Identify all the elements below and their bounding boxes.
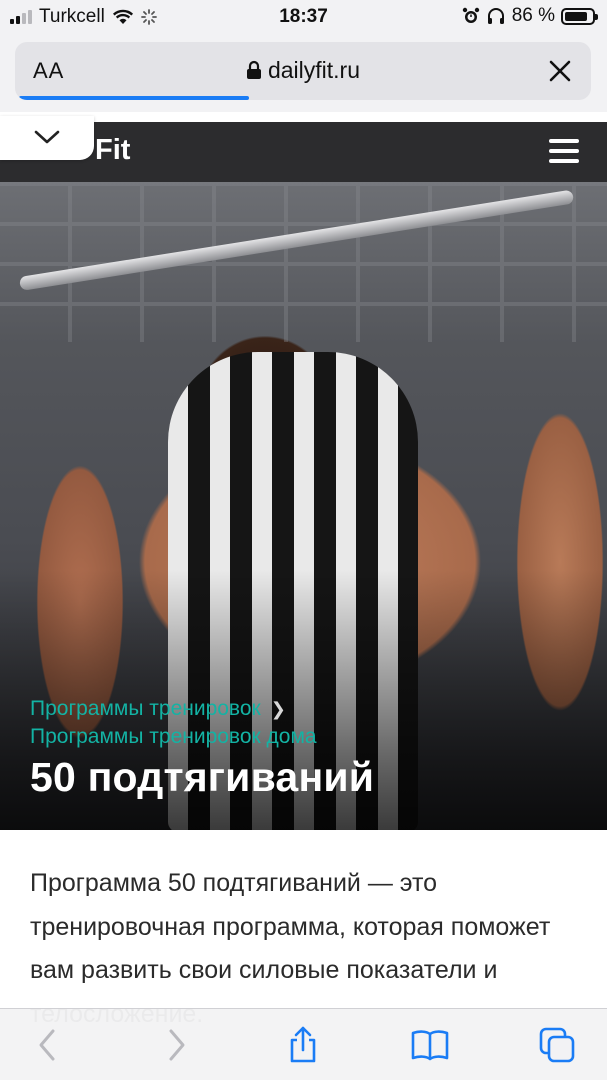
tabs-button[interactable] [537,1025,577,1065]
headphones-icon [487,8,504,24]
share-button[interactable] [283,1025,323,1065]
battery-level [565,11,588,21]
lock-icon [246,60,261,79]
url-text: dailyfit.ru [267,57,361,83]
back-button[interactable] [28,1025,68,1065]
hamburger-icon-line [549,139,579,143]
close-icon [549,60,571,82]
tabs-icon [539,1027,575,1063]
battery-percent: 86 % [511,5,555,26]
chevron-left-icon [39,1029,55,1061]
page-load-progress [19,96,250,100]
stop-loading-button[interactable] [545,56,575,86]
browser-toolbar [0,1008,607,1080]
chevron-right-icon: ❯ [270,699,286,719]
alarm-icon [462,7,479,23]
chevron-right-icon [169,1029,185,1061]
breadcrumb-link-programs[interactable]: Программы тренировок [30,697,261,720]
collapse-toolbar-button[interactable] [0,116,94,160]
book-icon [411,1030,449,1061]
browser-address-area: AA dailyfit.ru [0,36,607,112]
breadcrumb: Программы тренировок ❯ Программы трениров… [30,695,317,750]
page-title: 50 подтягиваний [30,754,375,800]
chevron-down-icon [34,130,60,144]
breadcrumb-link-home-programs[interactable]: Программы тренировок дома [30,725,317,748]
menu-button[interactable] [549,139,579,163]
battery-icon [561,7,598,25]
url-field[interactable]: dailyfit.ru [15,57,591,84]
share-icon [290,1026,316,1063]
status-bar: Turkcell 18:37 86 % [0,0,607,36]
hamburger-icon-line [549,149,579,153]
hero-image: Программы тренировок ❯ Программы трениров… [0,182,607,830]
address-bar[interactable]: AA dailyfit.ru [15,42,591,100]
forward-button[interactable] [156,1025,196,1065]
hamburger-icon-line [549,159,579,163]
site-logo[interactable]: Fit [95,134,130,167]
status-right: 86 % [462,5,598,27]
bookmarks-button[interactable] [410,1025,450,1065]
